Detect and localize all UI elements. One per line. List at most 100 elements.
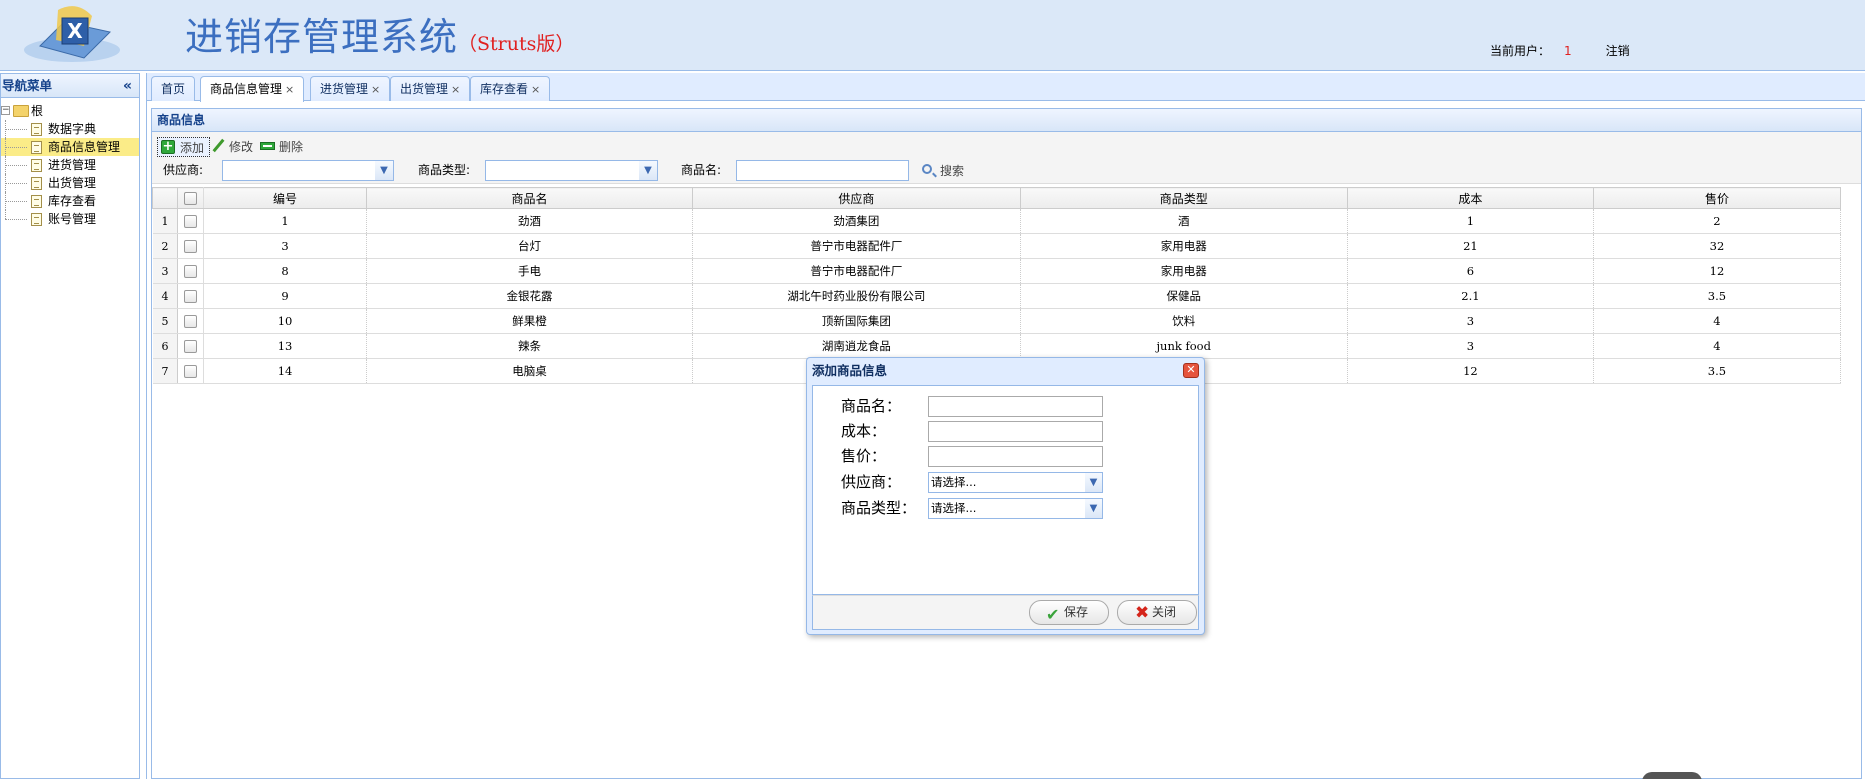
select-all-checkbox[interactable]	[177, 187, 205, 209]
row-number: 4	[152, 283, 179, 309]
tab-purchase[interactable]: 进货管理 ×	[310, 76, 391, 101]
sidebar-item-shipment[interactable]: 出货管理	[1, 174, 139, 192]
edit-button[interactable]: 修改	[207, 137, 258, 157]
dialog-form: 商品名： 成本： 售价： 供应商： 请选择... ▼ 商品类型： 请选择... …	[812, 385, 1199, 595]
column-header[interactable]: 商品名	[365, 187, 694, 209]
sidebar-item-dictionary[interactable]: 数据字典	[1, 120, 139, 138]
close-button[interactable]: ✖ 关闭	[1117, 600, 1197, 625]
chevron-down-icon[interactable]: ▼	[375, 161, 393, 180]
checkbox-icon[interactable]	[184, 265, 198, 279]
cell-type: 保健品	[1020, 283, 1348, 309]
name-filter-input[interactable]	[736, 160, 909, 181]
file-icon	[31, 159, 42, 172]
delete-label: 删除	[279, 140, 304, 154]
search-button[interactable]: 搜索	[920, 161, 964, 181]
row-checkbox[interactable]	[177, 283, 205, 309]
checkbox-icon[interactable]	[184, 215, 198, 229]
add-product-dialog: 添加商品信息 ✕ 商品名： 成本： 售价： 供应商： 请选择... ▼ 商品类型…	[806, 357, 1205, 635]
column-header[interactable]: 供应商	[692, 187, 1021, 209]
form-row-price: 售价：	[841, 445, 1201, 467]
sidebar-item-inventory[interactable]: 库存查看	[1, 192, 139, 210]
file-icon	[31, 213, 42, 226]
row-checkbox[interactable]	[177, 233, 205, 259]
checkbox-icon[interactable]	[184, 192, 198, 205]
cell-supplier: 湖北午时药业股份有限公司	[692, 283, 1021, 309]
table-row[interactable]: 3 8 手电 普宁市电器配件厂 家用电器 6 12	[152, 258, 1842, 284]
table-row[interactable]: 5 10 鲜果橙 顶新国际集团 饮料 3 4	[152, 308, 1842, 334]
tab-bar: 首页 商品信息管理 × 进货管理 × 出货管理 × 库存查看 ×	[147, 73, 1865, 102]
column-header[interactable]: 成本	[1346, 187, 1594, 209]
tree-root[interactable]: − 根	[1, 102, 139, 120]
cell-name: 金银花露	[366, 283, 694, 309]
chevron-down-icon[interactable]: ▼	[1085, 499, 1102, 518]
table-row[interactable]: 1 1 劲酒 劲酒集团 酒 1 2	[152, 208, 1842, 234]
product-name-input[interactable]	[928, 396, 1103, 417]
checkbox-icon[interactable]	[184, 340, 198, 354]
type-filter-select[interactable]: ▼	[485, 160, 658, 181]
checkbox-icon[interactable]	[184, 240, 198, 254]
sidebar-item-purchase[interactable]: 进货管理	[1, 156, 139, 174]
column-header[interactable]: 售价	[1592, 187, 1842, 209]
column-header[interactable]: 商品类型	[1019, 187, 1348, 209]
select-value: 请选择...	[931, 501, 977, 515]
tab-close-icon[interactable]: ×	[285, 83, 294, 96]
checkbox-icon[interactable]	[184, 365, 198, 379]
file-icon	[31, 141, 42, 154]
dialog-header[interactable]: 添加商品信息 ✕	[807, 358, 1204, 383]
name-filter-label: 商品名:	[681, 163, 722, 177]
sidebar-item-label: 进货管理	[48, 158, 97, 172]
tab-close-icon[interactable]: ×	[371, 83, 380, 96]
tab-close-icon[interactable]: ×	[451, 83, 460, 96]
tab-product-info[interactable]: 商品信息管理 ×	[200, 76, 305, 102]
select-value: 请选择...	[931, 475, 977, 489]
edit-label: 修改	[229, 140, 254, 154]
checkbox-icon[interactable]	[184, 315, 198, 329]
cell-name: 电脑桌	[366, 358, 694, 384]
price-input[interactable]	[928, 446, 1103, 467]
row-checkbox[interactable]	[177, 308, 205, 334]
delete-icon	[260, 142, 275, 150]
save-button[interactable]: ✔ 保存	[1029, 600, 1109, 625]
tab-home[interactable]: 首页	[151, 76, 196, 101]
supplier-select[interactable]: 请选择... ▼	[928, 472, 1103, 493]
logout-link[interactable]: 注销	[1606, 44, 1630, 58]
tree-toggle-icon[interactable]: −	[1, 106, 10, 115]
row-checkbox[interactable]	[177, 208, 205, 234]
tab-inventory[interactable]: 库存查看 ×	[470, 76, 551, 101]
row-checkbox[interactable]	[177, 258, 205, 284]
cell-type: 酒	[1020, 208, 1348, 234]
row-number: 7	[152, 358, 179, 384]
checkbox-icon[interactable]	[184, 290, 198, 304]
table-row[interactable]: 2 3 台灯 普宁市电器配件厂 家用电器 21 32	[152, 233, 1842, 259]
tab-close-icon[interactable]: ×	[531, 83, 540, 96]
chevron-down-icon[interactable]: ▼	[1085, 473, 1102, 492]
field-label: 商品名：	[841, 397, 902, 415]
close-icon[interactable]: ✕	[1183, 363, 1199, 378]
sidebar-item-product-info[interactable]: 商品信息管理	[1, 138, 139, 156]
tab-shipment[interactable]: 出货管理 ×	[390, 76, 471, 101]
sidebar-item-accounts[interactable]: 账号管理	[1, 210, 139, 228]
save-label: 保存	[1064, 605, 1089, 619]
type-select[interactable]: 请选择... ▼	[928, 498, 1103, 519]
row-checkbox[interactable]	[177, 358, 205, 384]
cost-input[interactable]	[928, 421, 1103, 442]
sidebar-item-label: 出货管理	[48, 176, 97, 190]
cell-cost: 21	[1347, 233, 1594, 259]
collapse-icon[interactable]: «	[123, 74, 132, 98]
row-checkbox[interactable]	[177, 333, 205, 359]
cell-id: 1	[203, 208, 367, 234]
floating-widget[interactable]	[1642, 772, 1702, 779]
chevron-down-icon[interactable]: ▼	[639, 161, 657, 180]
delete-button[interactable]: 删除	[257, 137, 308, 157]
add-button[interactable]: + 添加	[157, 137, 211, 157]
table-row[interactable]: 4 9 金银花露 湖北午时药业股份有限公司 保健品 2.1 3.5	[152, 283, 1842, 309]
cell-price: 4	[1593, 308, 1842, 334]
row-number: 2	[152, 233, 179, 259]
tab-label: 商品信息管理	[210, 82, 283, 96]
user-bar: 当前用户： 1 注销	[1490, 42, 1630, 59]
table-row[interactable]: 6 13 辣条 湖南逍龙食品 junk food 3 4	[152, 333, 1842, 359]
column-header[interactable]: 编号	[203, 187, 367, 209]
cell-id: 14	[203, 358, 367, 384]
supplier-filter-select[interactable]: ▼	[222, 160, 394, 181]
cell-type: 饮料	[1020, 308, 1348, 334]
